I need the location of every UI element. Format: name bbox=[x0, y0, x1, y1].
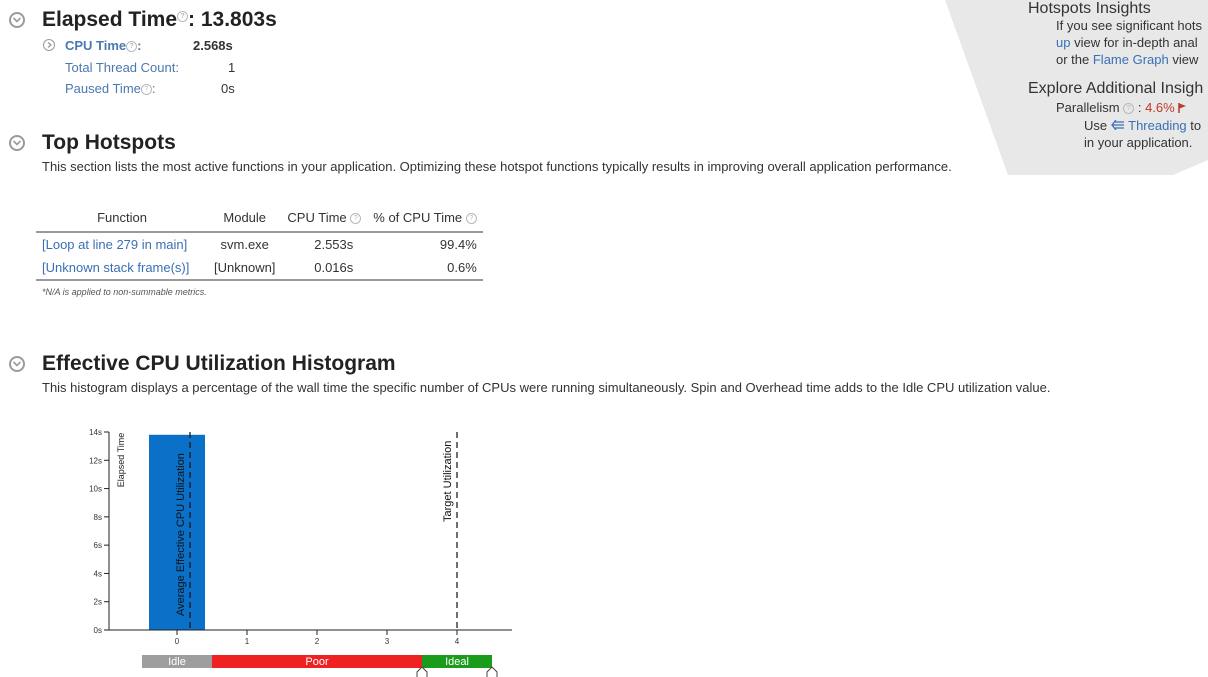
y-tick-label: 14s bbox=[89, 428, 102, 437]
reference-lines bbox=[189, 432, 458, 630]
x-tick-label: 0 bbox=[175, 637, 180, 646]
x-tick-label: 1 bbox=[245, 637, 250, 646]
y-tick-label: 8s bbox=[94, 513, 102, 522]
band-ideal-label: Ideal bbox=[445, 656, 469, 668]
target-utilization-label: Target Utilization bbox=[442, 441, 454, 522]
band-slider-handle[interactable] bbox=[486, 666, 498, 677]
band-slider-handle[interactable] bbox=[416, 666, 428, 677]
band-idle-label: Idle bbox=[168, 656, 186, 668]
utilization-histogram: 0s 2s 4s 6s 8s 10s 12s 14s Elapsed Time 0 1 2 3 4 A… bbox=[89, 428, 512, 677]
y-axis: 0s 2s 4s 6s 8s 10s 12s 14s bbox=[89, 428, 110, 635]
y-tick-label: 4s bbox=[94, 569, 102, 578]
y-axis-label: Elapsed Time bbox=[116, 433, 126, 488]
y-tick-label: 2s bbox=[94, 598, 102, 607]
y-tick-label: 12s bbox=[89, 456, 102, 465]
average-utilization-label: Average Effective CPU Utilization bbox=[175, 453, 187, 616]
band-poor-label: Poor bbox=[305, 656, 329, 668]
y-tick-label: 0s bbox=[94, 626, 102, 635]
x-tick-label: 4 bbox=[455, 637, 460, 646]
y-tick-label: 6s bbox=[94, 541, 102, 550]
x-tick-label: 3 bbox=[385, 637, 390, 646]
x-tick-label: 2 bbox=[315, 637, 320, 646]
utilization-bands: Idle Poor Ideal bbox=[142, 655, 498, 677]
y-tick-label: 10s bbox=[89, 485, 102, 494]
x-axis: 0 1 2 3 4 bbox=[109, 629, 512, 646]
